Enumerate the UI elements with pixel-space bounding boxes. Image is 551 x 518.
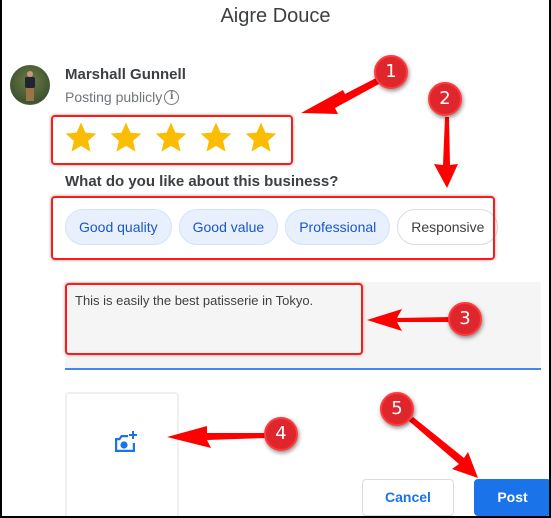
annotation-badge-3: 3	[448, 302, 482, 336]
attribute-chips: Good quality Good value Professional Res…	[65, 209, 499, 245]
posting-status: Posting publicly i	[65, 89, 180, 105]
annotation-arrow-4	[167, 426, 266, 448]
star-5-icon[interactable]	[244, 120, 278, 154]
avatar-photo	[25, 71, 35, 101]
chip-responsive[interactable]: Responsive	[397, 209, 499, 245]
annotation-badge-5: 5	[380, 392, 414, 426]
add-photo-icon	[115, 431, 137, 452]
annotation-badge-2: 2	[428, 82, 462, 116]
review-text[interactable]: This is easily the best patisserie in To…	[75, 293, 313, 308]
cancel-button[interactable]: Cancel	[362, 479, 454, 516]
star-1-icon[interactable]	[64, 120, 98, 154]
user-name: Marshall Gunnell	[65, 66, 186, 83]
avatar	[10, 65, 50, 105]
review-dialog: Aigre Douce Marshall Gunnell Posting pub…	[0, 0, 551, 518]
add-photo-button[interactable]	[65, 392, 179, 516]
star-3-icon[interactable]	[154, 120, 188, 154]
chip-good-value[interactable]: Good value	[178, 209, 279, 245]
post-button[interactable]: Post	[474, 479, 549, 516]
posting-status-label: Posting publicly	[65, 89, 163, 105]
chip-good-quality[interactable]: Good quality	[65, 209, 172, 245]
dialog-title: Aigre Douce	[220, 5, 331, 27]
annotation-badge-1: 1	[374, 55, 408, 89]
annotation-badge-4: 4	[264, 417, 298, 451]
info-icon[interactable]: i	[164, 89, 180, 105]
annotation-arrow-5	[409, 417, 478, 478]
star-rating	[64, 120, 278, 154]
chip-professional[interactable]: Professional	[285, 209, 391, 245]
annotation-arrow-1	[301, 78, 379, 114]
star-2-icon[interactable]	[109, 120, 143, 154]
star-4-icon[interactable]	[199, 120, 233, 154]
annotation-arrow-2	[434, 117, 458, 188]
question-label: What do you like about this business?	[65, 173, 339, 190]
